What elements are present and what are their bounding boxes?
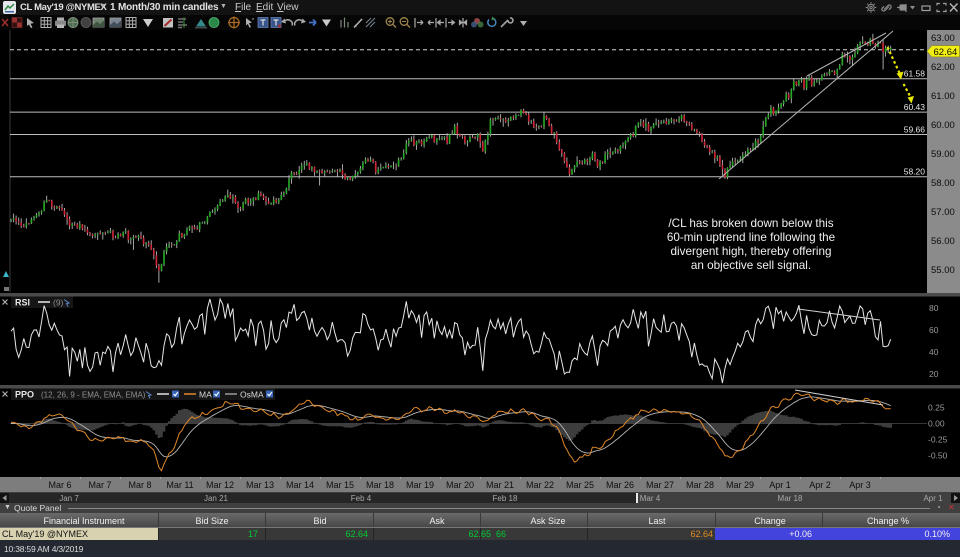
svg-text:-0.50: -0.50: [928, 451, 948, 461]
svg-text:(9): (9): [53, 298, 64, 308]
svg-text:Mar 25: Mar 25: [566, 480, 594, 490]
svg-text:(12, 26, 9 - EMA, EMA, EMA): (12, 26, 9 - EMA, EMA, EMA): [41, 391, 146, 400]
svg-text:Jan 7: Jan 7: [59, 494, 79, 503]
svg-text:59.66: 59.66: [904, 124, 926, 134]
svg-text:59.00: 59.00: [931, 149, 955, 160]
svg-text:56.00: 56.00: [931, 236, 955, 247]
svg-text:20: 20: [929, 369, 939, 379]
svg-text:60.00: 60.00: [931, 120, 955, 131]
svg-text:Mar 6: Mar 6: [48, 480, 71, 490]
svg-text:Mar 8: Mar 8: [128, 480, 151, 490]
svg-text:58.20: 58.20: [904, 167, 926, 177]
svg-text:58.00: 58.00: [931, 178, 955, 189]
svg-text:Mar 21: Mar 21: [486, 480, 514, 490]
svg-text:60-min uptrend line following: 60-min uptrend line following the: [667, 231, 835, 244]
svg-text:Mar 13: Mar 13: [246, 480, 274, 490]
svg-text:OsMA: OsMA: [240, 390, 264, 400]
svg-text:61.58: 61.58: [904, 69, 926, 79]
svg-text:63.00: 63.00: [931, 33, 955, 44]
svg-text:60.43: 60.43: [904, 102, 926, 112]
svg-text:62.00: 62.00: [931, 62, 955, 73]
svg-text:80: 80: [929, 303, 939, 313]
svg-text:/CL has broken down below this: /CL has broken down below this: [668, 217, 833, 230]
svg-text:0.25: 0.25: [928, 403, 945, 413]
svg-text:Mar 15: Mar 15: [326, 480, 354, 490]
svg-text:Apr 1: Apr 1: [769, 480, 791, 490]
svg-text:Mar 22: Mar 22: [526, 480, 554, 490]
svg-text:Apr 2: Apr 2: [809, 480, 831, 490]
svg-text:Mar 7: Mar 7: [88, 480, 111, 490]
svg-text:Mar 19: Mar 19: [406, 480, 434, 490]
svg-text:55.00: 55.00: [931, 265, 955, 276]
svg-text:61.00: 61.00: [931, 91, 955, 102]
svg-text:Jan 21: Jan 21: [204, 494, 229, 503]
svg-text:Mar 4: Mar 4: [640, 494, 661, 503]
svg-text:40: 40: [929, 347, 939, 357]
svg-text:-0.25: -0.25: [928, 435, 948, 445]
svg-text:Feb 18: Feb 18: [493, 494, 518, 503]
svg-text:RSI: RSI: [15, 298, 30, 308]
svg-text:MA: MA: [199, 390, 212, 400]
svg-text:Mar 29: Mar 29: [726, 480, 754, 490]
svg-text:an objective sell signal.: an objective sell signal.: [691, 259, 811, 272]
svg-text:Mar 14: Mar 14: [286, 480, 314, 490]
svg-text:62.64: 62.64: [934, 47, 958, 58]
svg-text:divergent high, thereby offeri: divergent high, thereby offering: [671, 245, 832, 258]
svg-text:PPO: PPO: [15, 390, 34, 400]
svg-text:Mar 28: Mar 28: [686, 480, 714, 490]
svg-text:Mar 18: Mar 18: [778, 494, 803, 503]
svg-text:0.00: 0.00: [928, 419, 945, 429]
svg-text:60: 60: [929, 325, 939, 335]
svg-text:Feb 4: Feb 4: [351, 494, 372, 503]
svg-text:Mar 27: Mar 27: [646, 480, 674, 490]
svg-text:Mar 12: Mar 12: [206, 480, 234, 490]
svg-text:Apr 3: Apr 3: [849, 480, 871, 490]
svg-text:Mar 20: Mar 20: [446, 480, 474, 490]
svg-text:Mar 18: Mar 18: [366, 480, 394, 490]
svg-text:Mar 11: Mar 11: [166, 480, 193, 490]
svg-text:Apr 1: Apr 1: [923, 494, 943, 503]
svg-text:Mar 26: Mar 26: [606, 480, 634, 490]
svg-text:57.00: 57.00: [931, 207, 955, 218]
